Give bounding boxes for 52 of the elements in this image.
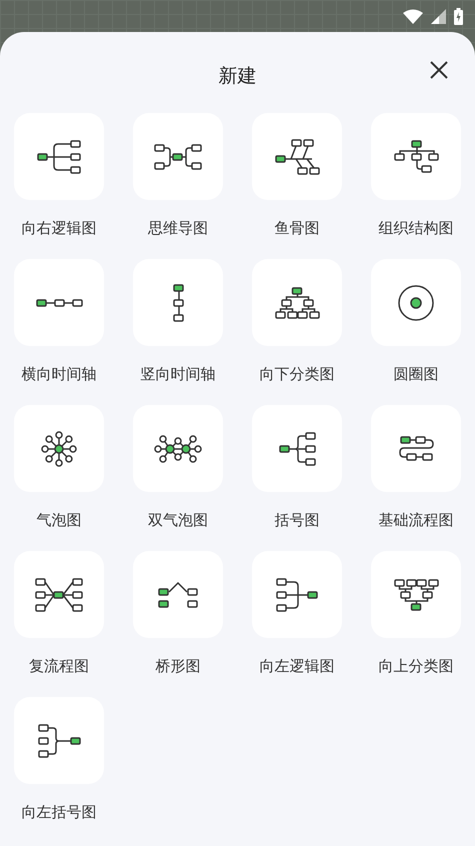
template-card[interactable] bbox=[133, 405, 223, 492]
diagram-icon bbox=[398, 284, 434, 320]
diagram-icon bbox=[274, 286, 320, 318]
template-card[interactable] bbox=[371, 113, 461, 200]
template-card[interactable] bbox=[252, 551, 342, 638]
signal-icon bbox=[431, 8, 446, 24]
template-label: 向右逻辑图 bbox=[22, 218, 96, 238]
diagram-icon bbox=[38, 724, 80, 758]
wifi-icon bbox=[403, 8, 423, 24]
template-label: 括号图 bbox=[274, 510, 320, 530]
template-card[interactable] bbox=[14, 697, 104, 784]
diagram-icon bbox=[41, 430, 77, 466]
template-label: 圆圈图 bbox=[394, 364, 438, 384]
template-label: 竖向时间轴 bbox=[140, 364, 216, 384]
template-label: 基础流程图 bbox=[378, 510, 454, 530]
diagram-icon bbox=[172, 284, 184, 322]
diagram-icon bbox=[36, 298, 82, 306]
template-label: 向左括号图 bbox=[22, 802, 96, 822]
template-card[interactable] bbox=[14, 551, 104, 638]
template-card[interactable] bbox=[371, 259, 461, 346]
template-card[interactable] bbox=[252, 405, 342, 492]
template-label: 横向时间轴 bbox=[22, 364, 96, 384]
template-label: 组织结构图 bbox=[378, 218, 454, 238]
diagram-icon bbox=[274, 138, 320, 174]
diagram-icon bbox=[276, 578, 318, 612]
template-card[interactable] bbox=[14, 405, 104, 492]
template-label: 鱼骨图 bbox=[274, 218, 320, 238]
template-label: 气泡图 bbox=[36, 510, 82, 530]
template-label: 向下分类图 bbox=[260, 364, 334, 384]
diagram-icon bbox=[35, 578, 83, 612]
template-card[interactable] bbox=[133, 113, 223, 200]
diagram-icon bbox=[278, 432, 316, 466]
template-card[interactable] bbox=[14, 113, 104, 200]
template-label: 双气泡图 bbox=[148, 510, 208, 530]
template-card[interactable] bbox=[252, 259, 342, 346]
diagram-icon bbox=[158, 582, 198, 608]
battery-icon bbox=[454, 8, 463, 24]
diagram-icon bbox=[154, 144, 202, 170]
template-card[interactable] bbox=[371, 405, 461, 492]
template-label: 桥形图 bbox=[156, 656, 200, 676]
template-label: 向上分类图 bbox=[378, 656, 454, 676]
diagram-icon bbox=[154, 434, 202, 462]
diagram-icon bbox=[394, 578, 438, 610]
template-label: 向左逻辑图 bbox=[260, 656, 334, 676]
template-label: 思维导图 bbox=[148, 218, 208, 238]
diagram-icon bbox=[398, 436, 434, 461]
template-card[interactable] bbox=[252, 113, 342, 200]
diagram-icon bbox=[37, 140, 81, 174]
template-label: 复流程图 bbox=[29, 656, 89, 676]
diagram-icon bbox=[394, 140, 438, 173]
dialog-title: 新建 bbox=[218, 64, 256, 90]
template-card[interactable] bbox=[371, 551, 461, 638]
